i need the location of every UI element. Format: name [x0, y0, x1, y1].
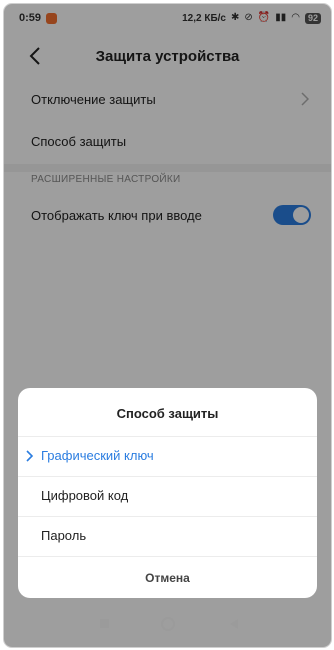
check-icon	[26, 450, 34, 462]
cancel-button[interactable]: Отмена	[18, 558, 317, 598]
square-icon[interactable]	[97, 616, 113, 632]
protection-method-dialog: Способ защиты Графический ключ Цифровой …	[18, 388, 317, 598]
screenshot-frame: 0:59 12,2 КБ/с ✱ ⊘ ⏰ ▮▮ ◠ 92 Защита устр…	[0, 0, 334, 650]
navigation-bar	[4, 602, 331, 647]
dialog-title: Способ защиты	[116, 406, 219, 421]
phone-screen: 0:59 12,2 КБ/с ✱ ⊘ ⏰ ▮▮ ◠ 92 Защита устр…	[3, 3, 332, 648]
option-password-label: Пароль	[41, 528, 87, 543]
option-password[interactable]: Пароль	[18, 516, 317, 556]
option-pin[interactable]: Цифровой код	[18, 476, 317, 516]
option-pattern[interactable]: Графический ключ	[18, 436, 317, 476]
option-pattern-label: Графический ключ	[41, 448, 154, 463]
triangle-back-icon[interactable]	[226, 616, 242, 632]
dialog-divider	[18, 556, 317, 557]
option-pin-label: Цифровой код	[41, 488, 129, 503]
circle-icon[interactable]	[160, 616, 176, 632]
